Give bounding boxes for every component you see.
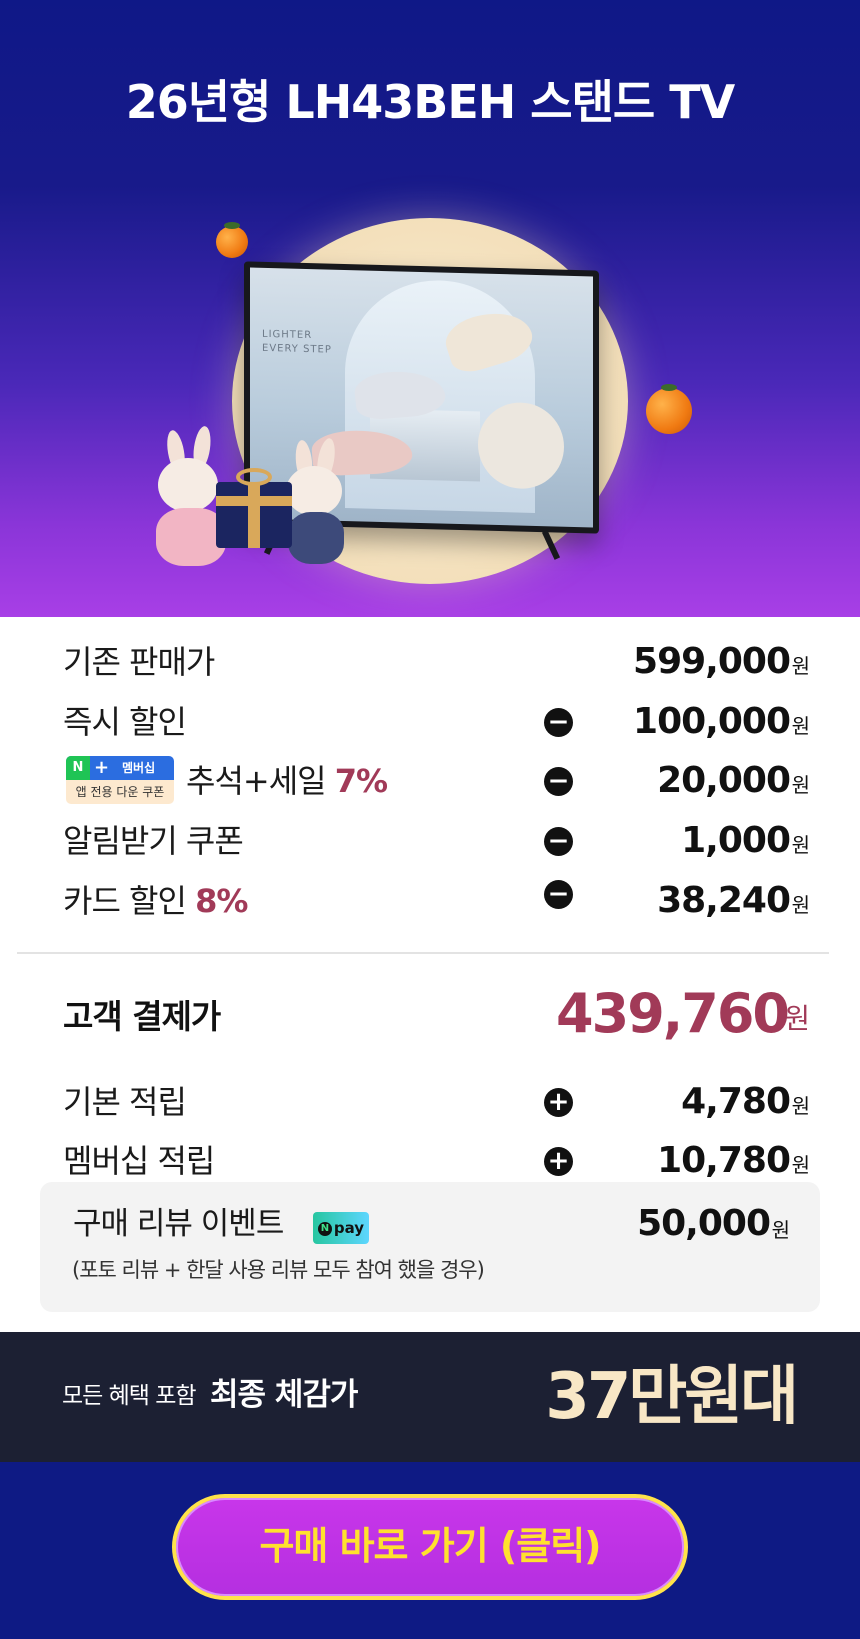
points-label: 기본 적립 [63,1083,187,1121]
price-label: 추석+세일 7% [186,762,388,800]
discount-rate: 8% [195,882,248,920]
minus-icon: − [544,767,573,796]
app-coupon-label: 앱 전용 다운 쿠폰 [66,780,174,804]
price-row-original: 기존 판매가 599,000 원 [0,637,860,687]
price-label: 알림받기 쿠폰 [63,822,244,860]
minus-icon: − [544,708,573,737]
price-label: 즉시 할인 [63,703,187,741]
currency-unit: 원 [791,833,810,857]
price-breakdown: 기존 판매가 599,000 원 즉시 할인 − 100,000 원 N + 멤… [0,617,860,1332]
points-label: 멤버십 적립 [63,1142,215,1180]
persimmon-icon [216,222,248,258]
customer-price-label: 고객 결제가 [63,997,221,1036]
customer-price-amount: 439,760 [556,982,790,1045]
plus-icon: + [94,757,110,778]
naver-n-icon: N [66,756,90,780]
gift-bow [236,468,272,486]
final-price-value: 37만원대 [545,1360,799,1434]
price-amount: 100,000 [633,701,791,742]
currency-unit: 원 [791,893,810,917]
plus-circle-icon: + [544,1147,573,1176]
plus-circle-icon: + [544,1088,573,1117]
bunny-mascot [282,436,362,570]
review-event-label: 구매 리뷰 이벤트 [73,1206,284,1242]
currency-unit: 원 [791,654,810,678]
price-row-alarm-coupon: 알림받기 쿠폰 − 1,000 원 [0,816,860,866]
final-price-bar: 모든 혜택 포함 최종 체감가 37만원대 [0,1332,860,1462]
price-row-chuseok-coupon: N + 멤버십 앱 전용 다운 쿠폰 추석+세일 7% − 20,000 원 [0,756,860,806]
gift-box-icon [216,482,292,548]
npay-logo-icon: Npay [313,1212,369,1244]
review-event-box: 구매 리뷰 이벤트 Npay 50,000 원 (포토 리뷰 + 한달 사용 리… [40,1182,820,1312]
currency-unit: 원 [791,1153,810,1177]
price-amount: 599,000 [633,641,791,682]
tv-screen-text: LIGHTER EVERY STEP [262,328,332,356]
currency-unit: 원 [791,714,810,738]
persimmon-icon [646,384,692,434]
price-label: 카드 할인 8% [63,882,248,920]
price-amount: 1,000 [681,820,791,861]
price-row-card-discount: 카드 할인 8% − 38,240 원 [0,876,860,926]
price-amount: 38,240 [657,880,791,921]
points-amount: 4,780 [681,1081,791,1122]
divider [17,952,829,954]
minus-icon: − [544,880,573,909]
buy-now-button[interactable]: 구매 바로 가기 (클릭) [172,1494,688,1600]
points-row-membership: 멤버십 적립 + 10,780 원 [0,1136,860,1186]
discount-rate: 7% [334,762,388,800]
currency-unit: 원 [791,1094,810,1118]
final-price-label: 최종 체감가 [210,1377,358,1413]
price-amount: 20,000 [657,760,791,801]
points-row-basic: 기본 적립 + 4,780 원 [0,1077,860,1127]
minus-icon: − [544,827,573,856]
currency-unit: 원 [784,1002,810,1035]
currency-unit: 원 [791,773,810,797]
currency-unit: 원 [771,1218,790,1242]
membership-coupon-badge: N + 멤버십 앱 전용 다운 쿠폰 [66,756,174,806]
product-title: 26년형 LH43BEH 스탠드 TV [125,75,735,129]
cta-area: 구매 바로 가기 (클릭) [0,1462,860,1639]
review-event-note: (포토 리뷰 + 한달 사용 리뷰 모두 참여 했을 경우) [72,1258,485,1282]
price-label: 기존 판매가 [63,643,215,681]
price-row-instant-discount: 즉시 할인 − 100,000 원 [0,697,860,747]
final-price-prefix: 모든 혜택 포함 [62,1383,197,1409]
membership-label: 멤버십 [122,761,156,775]
points-amount: 10,780 [657,1140,791,1181]
review-event-amount: 50,000 [637,1203,771,1244]
hero-banner: 26년형 LH43BEH 스탠드 TV LIGHTER EVERY STEP [0,0,860,617]
